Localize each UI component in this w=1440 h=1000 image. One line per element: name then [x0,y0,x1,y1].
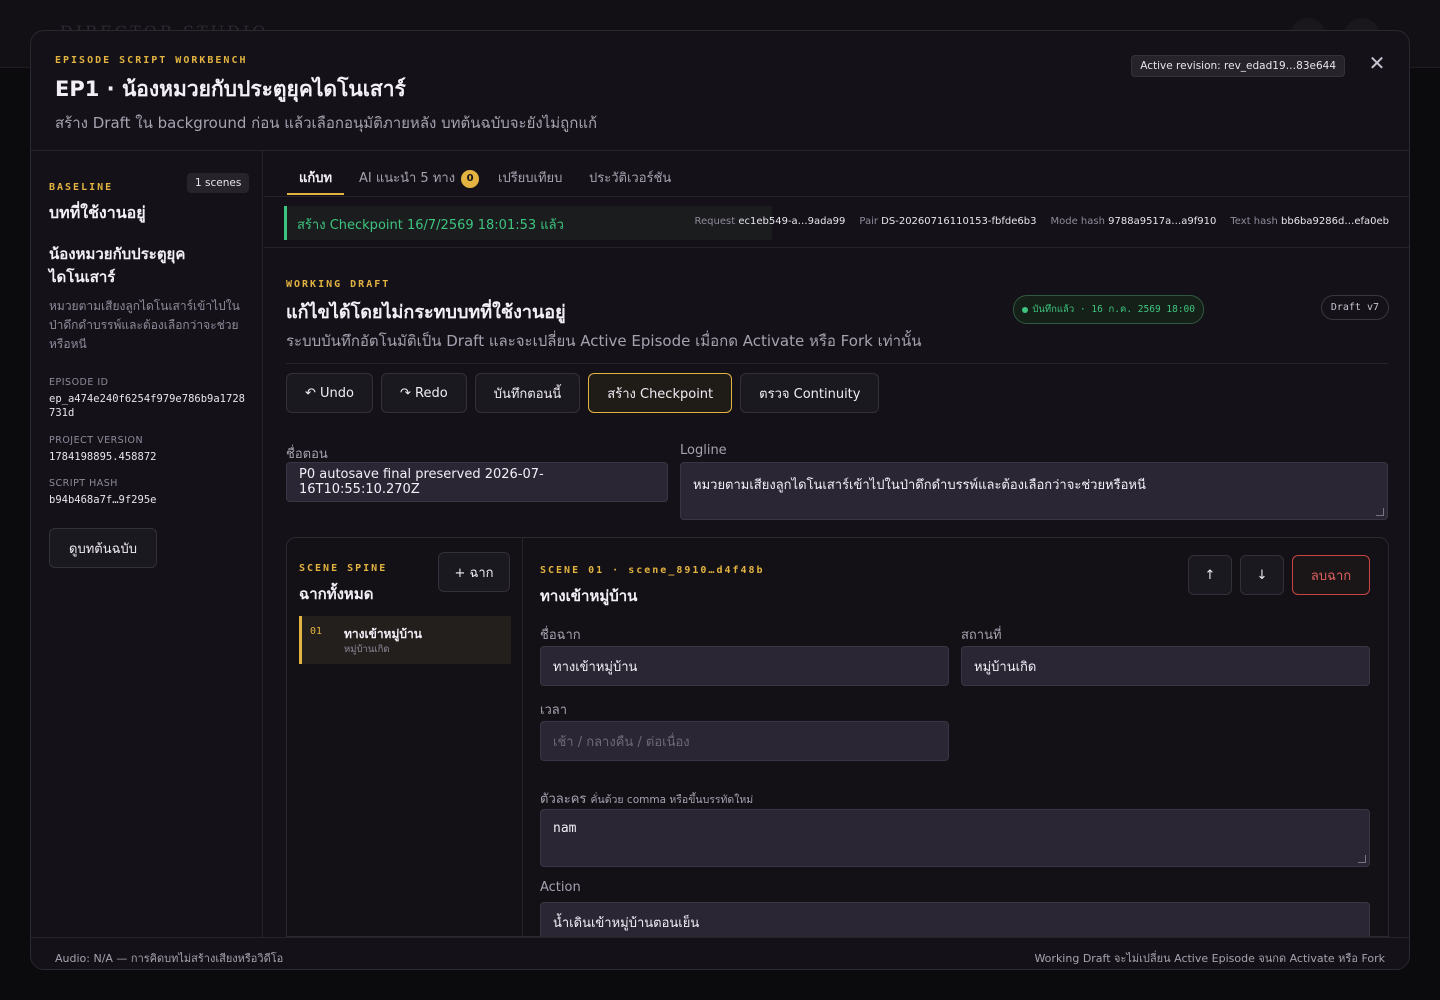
scene-detail-title: ทางเข้าหมู่บ้าน [540,587,638,605]
scene-detail: SCENE 01 · scene_8910…d4f48b ทางเข้าหมู่… [524,538,1388,936]
saved-status-badge: บันทึกแล้ว · 16 ก.ค. 2569 18:00 [1013,295,1204,324]
scene-detail-eyebrow: SCENE 01 · scene_8910…d4f48b [540,565,765,576]
time-input[interactable]: เช้า / กลางคืน / ต่อเนื่อง [540,721,949,761]
saved-dot-icon [1022,306,1029,313]
checkpoint-info-bar: สร้าง Checkpoint 16/7/2569 18:01:53 แล้ว… [264,198,1409,248]
scene-count-badge: 1 scenes [187,173,250,193]
active-tab-indicator [287,193,344,195]
header-eyebrow: EPISODE SCRIPT WORKBENCH [55,55,248,66]
close-icon[interactable]: ✕ [1365,51,1389,75]
characters-textarea[interactable]: nam [540,809,1370,867]
scene-spine-eyebrow: SCENE SPINE [299,563,388,574]
working-draft-title: แก้ไขได้โดยไม่กระทบบทที่ใช้งานอยู่ [286,302,566,323]
page-subtitle: สร้าง Draft ใน background ก่อน แล้วเลือก… [55,114,598,132]
undo-button[interactable]: ↶ Undo [286,373,373,413]
baseline-episode-title: น้องหมวยกับประตูยุคไดโนเสาร์ [49,245,186,286]
save-now-button[interactable]: บันทึกตอนนี้ [474,373,581,413]
modal-header: EPISODE SCRIPT WORKBENCH EP1 · น้องหมวยก… [31,31,1409,151]
text-hash: Text hash bb6ba9286d…efa0eb [1230,216,1389,227]
meta-label: PROJECT VERSION [49,435,144,446]
mode-hash: Mode hash 9788a9517a…a9f910 [1050,216,1217,227]
meta-value: ep_a474e240f6254f979e786b9a1728731d [49,393,245,419]
episode-workbench-modal: EPISODE SCRIPT WORKBENCH EP1 · น้องหมวยก… [30,30,1410,970]
tab-ai-label: AI แนะนำ 5 ทาง [359,171,456,186]
view-baseline-button[interactable]: ดูบทต้นฉบับ [49,528,157,568]
baseline-sidebar: BASELINE 1 scenes บทที่ใช้งานอยู่ น้องหม… [31,151,263,937]
meta-value: 1784198895.458872 [49,451,157,463]
scene-spine-title: ฉากทั้งหมด [299,585,374,603]
scene-name-input[interactable]: ทางเข้าหมู่บ้าน [540,646,949,686]
logline-textarea[interactable]: หมวยตามเสียงลูกไดโนเสาร์เข้าไปในป่าดึกดำ… [680,462,1388,520]
active-script-label: บทที่ใช้งานอยู่ [49,203,146,222]
characters-label: ตัวละคร คั่นด้วย comma หรือขึ้นบรรทัดใหม… [540,792,754,807]
working-draft-eyebrow: WORKING DRAFT [286,279,391,290]
meta-value: b94b468a7f…9f295e [49,494,157,506]
add-scene-button[interactable]: + ฉาก [438,552,510,592]
modal-footer: Audio: N/A — การคิดบทไม่สร้างเสียงหรือวิ… [31,937,1409,969]
draft-version-badge: Draft v7 [1320,295,1389,320]
hash-row: Request ec1eb549-a…9ada99 Pair DS-202607… [695,216,1389,227]
main-panel: แก้บท AI แนะนำ 5 ทาง 0 เปรียบเทียบ ประวัต… [264,151,1409,937]
divider [286,363,1388,364]
episode-name-label: ชื่อตอน [286,447,328,462]
scene-location: หมู่บ้านเกิด [344,644,390,655]
episode-id-meta: EPISODE ID ep_a474e240f6254f979e786b9a17… [49,377,249,420]
tab-ai-suggestions[interactable]: AI แนะนำ 5 ทาง 0 [359,167,480,188]
scene-panel: SCENE SPINE ฉากทั้งหมด + ฉาก 01 ทางเข้าห… [286,537,1389,937]
ai-suggestion-count-badge: 0 [461,169,480,188]
location-input[interactable]: หมู่บ้านเกิด [961,646,1370,686]
location-label: สถานที่ [961,628,1002,643]
page-title: EP1 · น้องหมวยกับประตูยุคไดโนเสาร์ [55,77,406,101]
meta-label: SCRIPT HASH [49,478,118,489]
scene-name-label: ชื่อฉาก [540,628,581,643]
footer-draft-note: Working Draft จะไม่เปลี่ยน Active Episod… [1034,952,1385,965]
scene-list-item[interactable]: 01 ทางเข้าหมู่บ้าน หมู่บ้านเกิด [299,616,511,664]
time-label: เวลา [540,703,568,718]
draft-toolbar: ↶ Undo ↷ Redo บันทึกตอนนี้ สร้าง Checkpo… [286,373,880,413]
logline-label: Logline [680,443,727,458]
check-continuity-button[interactable]: ตรวจ Continuity [740,373,880,413]
active-revision-badge: Active revision: rev_edad19…83e644 [1131,55,1345,77]
baseline-logline: หมวยตามเสียงลูกไดโนเสาร์เข้าไปในป่าดึกดำ… [49,299,240,351]
tab-version-history[interactable]: ประวัติเวอร์ชัน [589,167,671,188]
baseline-eyebrow: BASELINE [49,182,114,193]
move-scene-down-button[interactable]: ↓ [1240,555,1284,595]
tab-compare[interactable]: เปรียบเทียบ [498,167,562,188]
working-draft-subtitle: ระบบบันทึกอัตโนมัติเป็น Draft และจะเปลี่… [286,332,922,350]
script-hash-meta: SCRIPT HASH b94b468a7f…9f295e [49,478,249,507]
action-textarea[interactable]: น้ำเดินเข้าหมู่บ้านตอนเย็น [540,902,1370,936]
delete-scene-button[interactable]: ลบฉาก [1292,555,1370,595]
meta-label: EPISODE ID [49,377,109,388]
request-hash: Request ec1eb549-a…9ada99 [694,216,846,227]
action-label: Action [540,880,581,895]
tab-edit[interactable]: แก้บท [299,167,332,188]
pair-hash: Pair DS-20260716110153-fbfde6b3 [859,216,1037,227]
scene-spine: SCENE SPINE ฉากทั้งหมด + ฉาก 01 ทางเข้าห… [287,538,523,936]
tab-bar: แก้บท AI แนะนำ 5 ทาง 0 เปรียบเทียบ ประวัต… [264,151,1409,197]
redo-button[interactable]: ↷ Redo [381,373,467,413]
footer-audio-note: Audio: N/A — การคิดบทไม่สร้างเสียงหรือวิ… [55,952,284,965]
create-checkpoint-button[interactable]: สร้าง Checkpoint [588,373,733,413]
project-version-meta: PROJECT VERSION 1784198895.458872 [49,435,249,464]
episode-name-input[interactable]: P0 autosave final preserved 2026-07-16T1… [286,462,668,502]
move-scene-up-button[interactable]: ↑ [1188,555,1232,595]
scene-number: 01 [310,626,323,637]
